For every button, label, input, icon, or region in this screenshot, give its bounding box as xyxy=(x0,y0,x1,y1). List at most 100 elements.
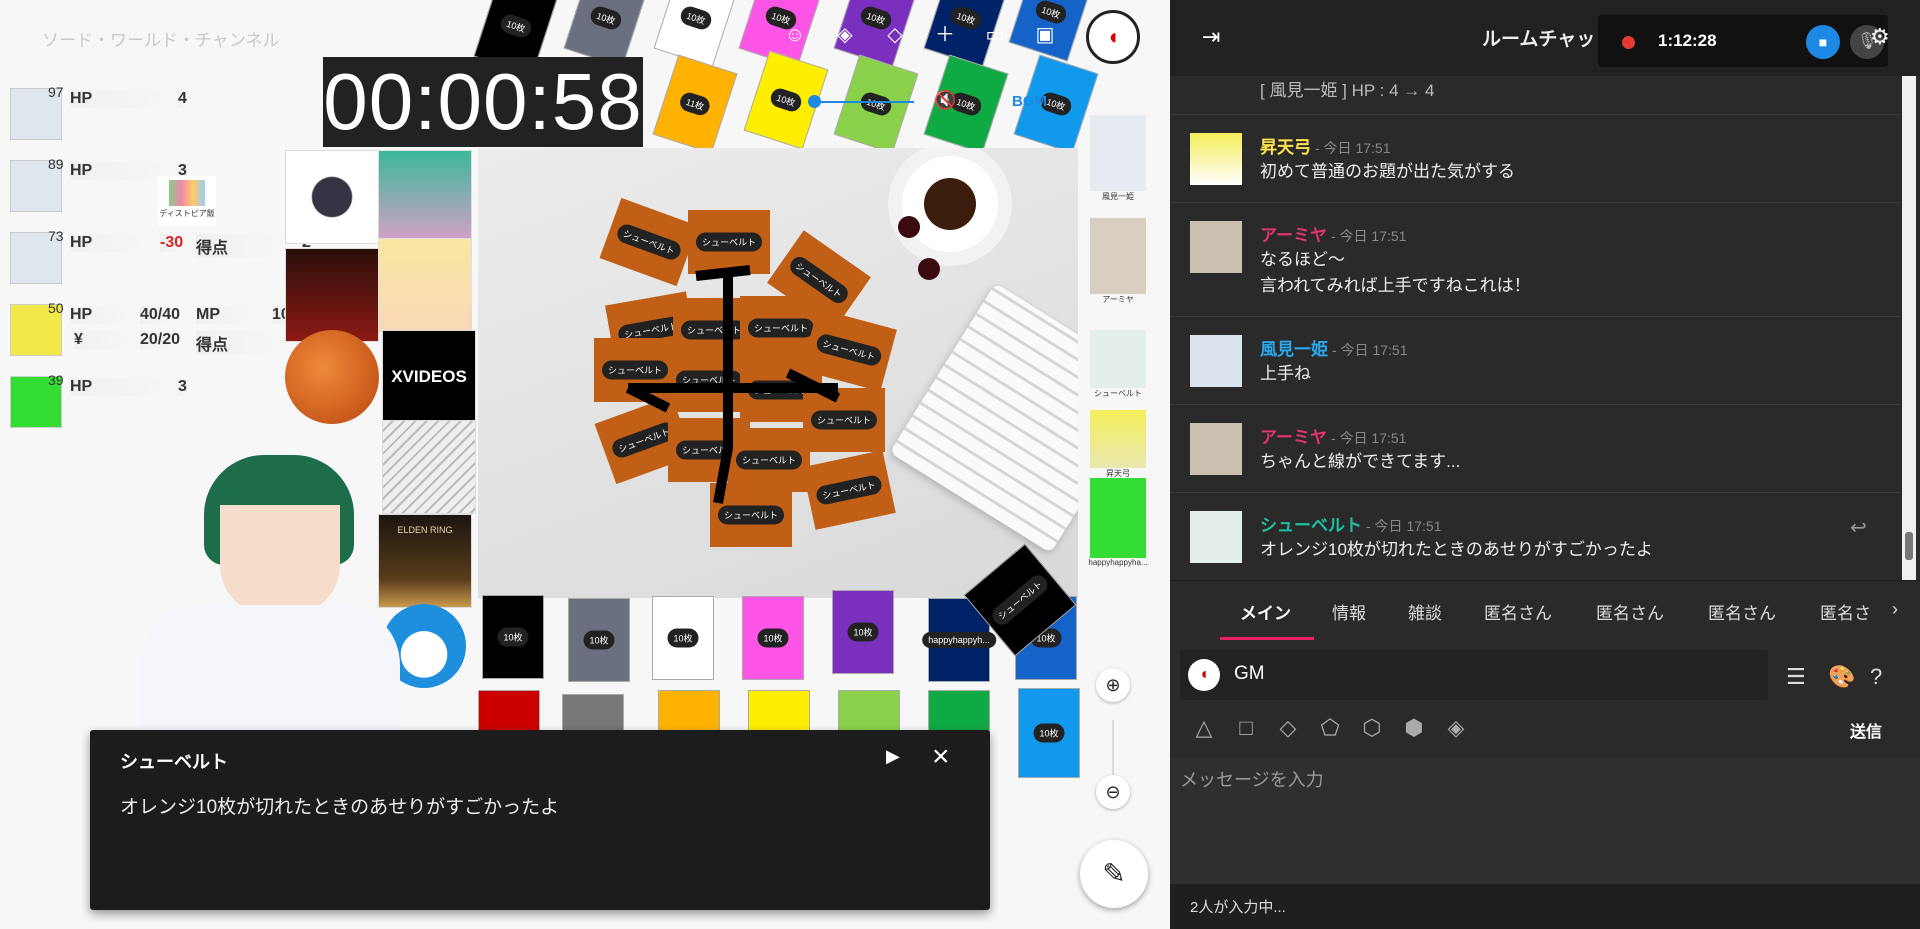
user-avatar-button[interactable]: ◖ xyxy=(1086,10,1140,64)
mute-icon[interactable]: 🔇 xyxy=(934,90,956,111)
anime-girl-image[interactable] xyxy=(378,150,472,244)
volume-slider-thumb[interactable] xyxy=(808,95,821,108)
pirate-image[interactable] xyxy=(285,248,379,342)
item-piece[interactable]: ディストピア飯 xyxy=(158,176,216,226)
add-box-icon[interactable]: ＋ xyxy=(932,22,958,48)
character-standee[interactable] xyxy=(100,455,400,735)
zoom-in-button[interactable]: ⊕ xyxy=(1096,668,1130,702)
sender-name: シューベルト - 今日 17:51 xyxy=(1260,511,1441,536)
portrait xyxy=(1090,478,1146,558)
deck-card[interactable]: 11枚 xyxy=(652,54,738,154)
input-placeholder: メッセージを入力 xyxy=(1180,770,1324,790)
card-count: happyhappyh... xyxy=(922,632,996,648)
scene-icon[interactable]: ▣ xyxy=(1032,22,1058,48)
tab-anonymous[interactable]: 匿名さん xyxy=(1484,599,1552,624)
d10-icon[interactable]: ⬠ xyxy=(1316,714,1344,742)
ufo-image[interactable] xyxy=(285,150,379,244)
tab-anonymous[interactable]: 匿名さ xyxy=(1820,599,1871,624)
avatar xyxy=(1190,511,1242,563)
side-character[interactable]: happyhappyha... xyxy=(1088,478,1148,567)
portrait xyxy=(1090,410,1146,468)
chat-scrollbar[interactable] xyxy=(1902,76,1916,580)
reply-icon[interactable]: ↩ xyxy=(1850,515,1867,540)
character-row[interactable]: 73 HP -30 得点 2 xyxy=(10,228,311,284)
message-text: 上手ね xyxy=(1260,364,1311,383)
layers-icon[interactable]: ◈ xyxy=(832,22,858,48)
deck-card[interactable]: 10枚 xyxy=(652,596,714,680)
chevron-right-icon[interactable]: › xyxy=(1892,599,1898,620)
volume-slider-track[interactable] xyxy=(812,101,914,103)
tab-chat[interactable]: 雑談 xyxy=(1408,599,1442,624)
message-time: - 今日 17:51 xyxy=(1332,342,1408,358)
stat-value: 40/40 xyxy=(140,306,181,324)
d20-icon[interactable]: ⬢ xyxy=(1400,714,1428,742)
character-row[interactable]: 39 HP 3 xyxy=(10,372,200,428)
next-icon[interactable]: ▶ xyxy=(886,746,900,767)
tab-anonymous[interactable]: 匿名さん xyxy=(1708,599,1776,624)
d12-icon[interactable]: ⬡ xyxy=(1358,714,1386,742)
deck-card[interactable]: 10枚 xyxy=(832,590,894,674)
d4-icon[interactable]: △ xyxy=(1190,714,1218,742)
d6-icon[interactable]: □ xyxy=(1232,714,1260,742)
settings-icon[interactable]: ⚙ xyxy=(1870,24,1890,50)
message-list[interactable]: [ 風見一姫 ] HP : 4 → 4 昇天弓 - 今日 17:51 初めて普通の… xyxy=(1170,76,1900,580)
record-time: 1:12:28 xyxy=(1658,31,1717,50)
deck-card[interactable]: 10枚 xyxy=(568,598,630,682)
d100-icon[interactable]: ◈ xyxy=(1442,714,1470,742)
sender-name-text: シューベルト xyxy=(1260,516,1362,535)
basketball-image[interactable] xyxy=(285,330,379,424)
collapse-panel-icon[interactable]: ⇥ xyxy=(1202,24,1220,50)
scrollbar-thumb[interactable] xyxy=(1905,532,1913,560)
face-icon[interactable]: ☺ xyxy=(782,22,808,48)
logo-image[interactable]: XVIDEOS xyxy=(382,330,476,424)
message-time: - 今日 17:51 xyxy=(1330,430,1407,446)
layers-clear-icon[interactable]: ◇ xyxy=(882,22,908,48)
stat-label: 得点 xyxy=(196,331,296,355)
deck-card[interactable]: 10枚 xyxy=(653,0,739,68)
character-row[interactable]: 50 HP 40/40 MP 10/10 ¥ 20/20 得点 7 xyxy=(10,300,320,356)
message-input[interactable]: メッセージを入力 xyxy=(1170,758,1920,884)
timer-display: 00:00:58 xyxy=(323,57,643,147)
side-character-name: happyhappyha... xyxy=(1088,558,1148,567)
board-area[interactable]: ソード・ワールド・チャンネル 10枚 10枚 10枚 10枚 10枚 10枚 1… xyxy=(0,0,1170,929)
screen-icon[interactable]: ▭ xyxy=(982,22,1008,48)
side-character[interactable]: シューベルト xyxy=(1088,330,1148,399)
side-character[interactable]: 風見一姫 xyxy=(1088,115,1148,202)
deck-card[interactable]: 10枚 xyxy=(742,596,804,680)
deck-card[interactable]: 10枚 xyxy=(482,595,544,679)
sender-select[interactable]: ◖ GM xyxy=(1180,650,1768,700)
palette-icon[interactable]: 🎨 xyxy=(1828,664,1855,690)
stop-recording-button[interactable]: ■ xyxy=(1806,25,1840,59)
zoom-slider[interactable] xyxy=(1112,720,1114,782)
system-message: [ 風見一姫 ] HP : 4 → 4 xyxy=(1260,81,1435,100)
chat-message: 昇天弓 - 今日 17:51 初めて普通のお題が出た気がする xyxy=(1170,114,1900,203)
blonde-girl-image[interactable] xyxy=(378,238,472,332)
sender-name-text: アーミヤ xyxy=(1260,226,1327,245)
card-count: 10枚 xyxy=(858,90,894,118)
bgm-label[interactable]: BGM xyxy=(1012,93,1047,110)
stat-label: HP xyxy=(70,306,140,324)
tab-main[interactable]: メイン xyxy=(1240,599,1291,624)
deck-card[interactable]: 10枚 xyxy=(833,54,919,154)
card-count: 10枚 xyxy=(1033,723,1065,743)
side-character[interactable]: 昇天弓 xyxy=(1088,410,1148,479)
tab-anonymous[interactable]: 匿名さん xyxy=(1596,599,1664,624)
side-character-name: 風見一姫 xyxy=(1102,192,1134,201)
edit-pen-button[interactable]: ✎ xyxy=(1080,840,1148,908)
list-icon[interactable]: ☰ xyxy=(1786,664,1806,690)
side-character[interactable]: アーミヤ xyxy=(1088,218,1148,305)
stat-value: -30 xyxy=(160,234,184,252)
item-label: ディストピア飯 xyxy=(159,209,215,218)
character-row[interactable]: 97 HP 4 xyxy=(10,84,200,140)
card-label: シューベルト xyxy=(988,571,1052,629)
active-tab-indicator xyxy=(1220,637,1314,640)
d8-icon[interactable]: ◇ xyxy=(1274,714,1302,742)
zoom-out-button[interactable]: ⊖ xyxy=(1096,775,1130,809)
game-map[interactable]: シューベルト シューベルト シューベルト シューベルト シューベルト シューベル… xyxy=(478,148,1078,598)
chat-message: シューベルト - 今日 17:51 オレンジ10枚が切れたときのあせりがすごかった… xyxy=(1170,492,1900,580)
tab-info[interactable]: 情報 xyxy=(1332,599,1366,624)
help-icon[interactable]: ? xyxy=(1870,664,1882,690)
close-icon[interactable]: × xyxy=(932,740,950,774)
deck-card[interactable]: 10枚 xyxy=(1018,688,1080,778)
send-button[interactable]: 送信 xyxy=(1850,718,1882,742)
